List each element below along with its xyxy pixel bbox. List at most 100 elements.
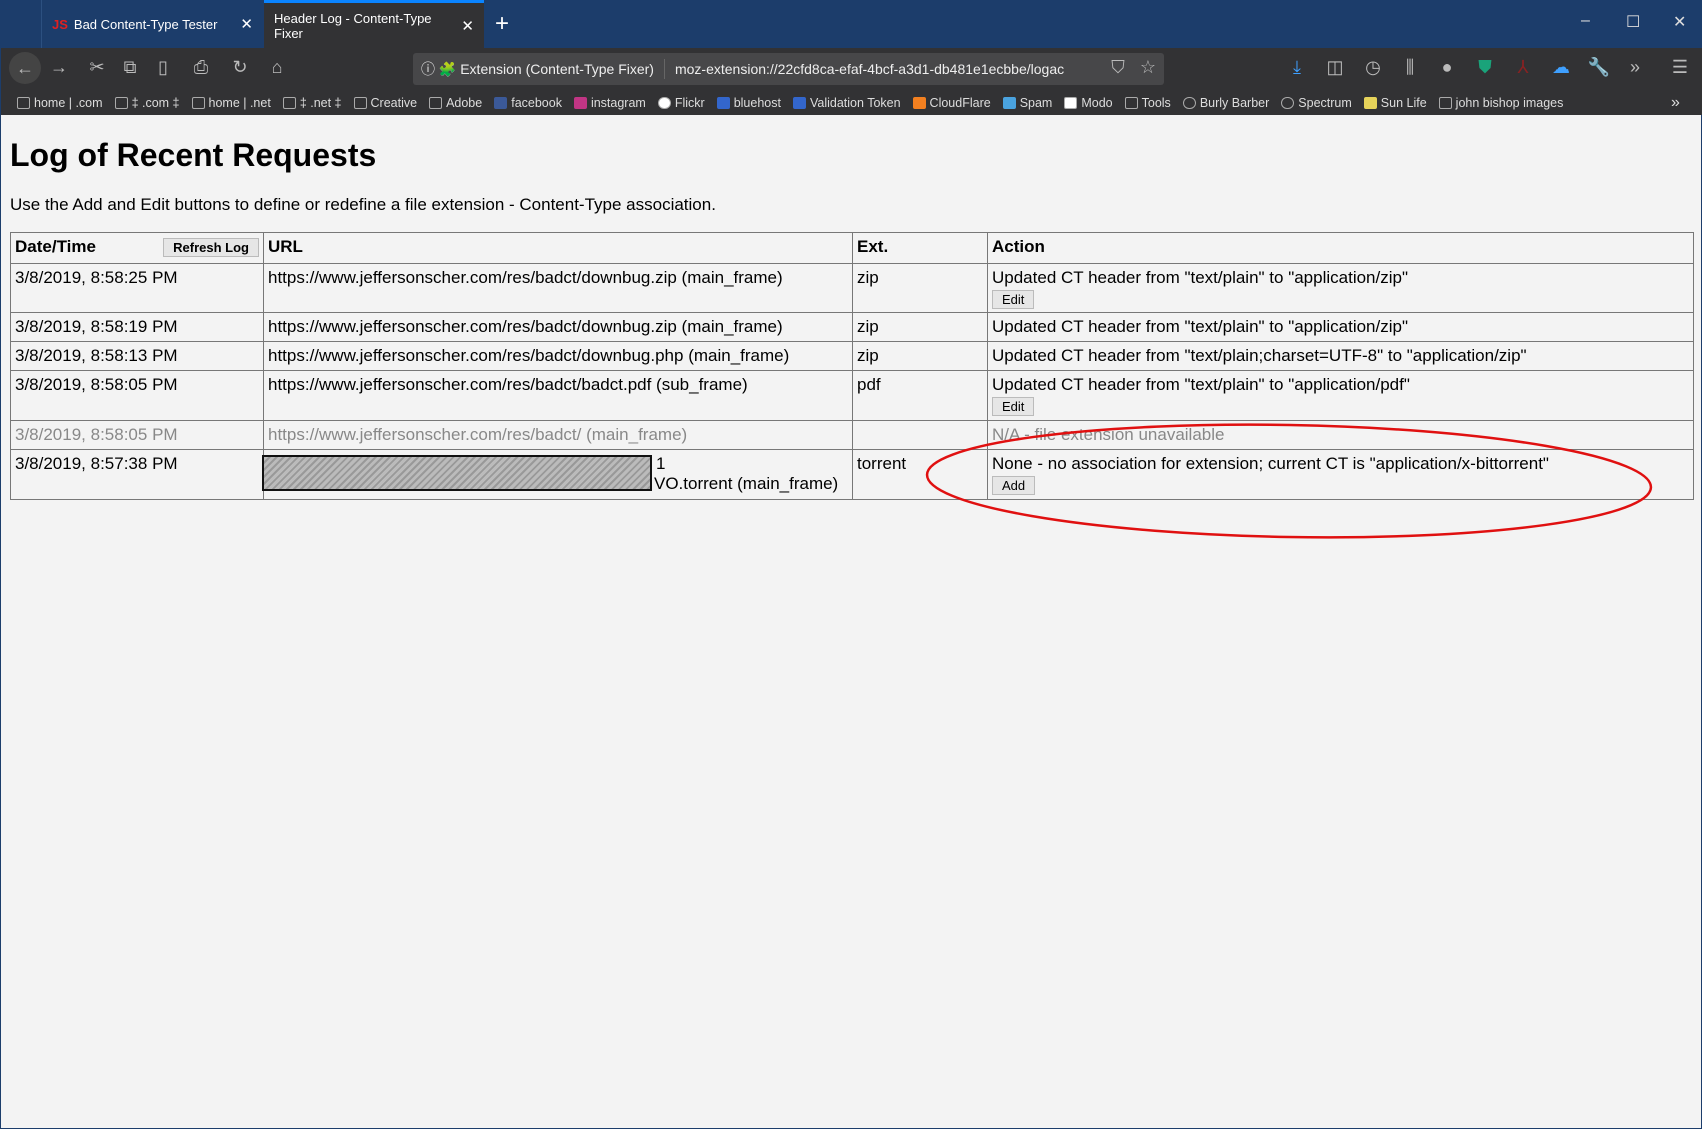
home-icon[interactable]: ⌂ [265, 57, 289, 78]
cloudflare-icon [912, 96, 926, 109]
minimize-button[interactable]: – [1581, 12, 1590, 30]
header-ext: Ext. [852, 232, 988, 264]
history-icon[interactable]: ◷ [1361, 57, 1385, 78]
site-identity[interactable]: ⓘ 🧩 Extension (Content-Type Fixer) [421, 59, 665, 79]
bookmark-burly-barber[interactable]: Burly Barber [1182, 96, 1269, 110]
library-icon[interactable]: ⫼ [1398, 57, 1422, 78]
js-icon: JS [52, 16, 68, 32]
overflow-icon[interactable]: » [1623, 57, 1647, 78]
cell-datetime: 3/8/2019, 8:58:05 PM [10, 420, 264, 450]
wrench-icon[interactable]: 🔧 [1587, 57, 1611, 78]
edit-button[interactable]: Edit [992, 290, 1035, 309]
bookmarks-overflow-icon[interactable]: » [1671, 94, 1680, 112]
facebook-icon [494, 96, 508, 109]
action-text: Updated CT header from "text/plain" to "… [992, 375, 1410, 394]
globe-icon [1182, 96, 1196, 109]
copy-icon[interactable]: ⧉ [118, 57, 142, 78]
bookmark-facebook[interactable]: facebook [494, 96, 562, 110]
edit-button[interactable]: Edit [992, 397, 1035, 416]
table-row: 3/8/2019, 8:58:13 PM https://www.jeffers… [10, 341, 1694, 371]
url-bar[interactable]: ⓘ 🧩 Extension (Content-Type Fixer) moz-e… [413, 53, 1164, 85]
back-icon[interactable]: ← [9, 52, 41, 84]
cell-ext: zip [852, 263, 988, 313]
sidebar-icon[interactable]: ◫ [1323, 57, 1347, 78]
action-text: Updated CT header from "text/plain" to "… [992, 268, 1408, 287]
folder-icon [1438, 96, 1452, 109]
site-icon [114, 96, 128, 109]
bookmark-home-com[interactable]: home | .com [17, 96, 103, 110]
cell-url: https://www.jeffersonscher.com/res/badct… [263, 263, 853, 313]
bookmark-bluehost[interactable]: bluehost [716, 96, 781, 110]
cell-ext: zip [852, 312, 988, 342]
cell-action: None - no association for extension; cur… [987, 449, 1694, 500]
cell-action: N/A - file extension unavailable [987, 420, 1694, 450]
identity-label: Extension (Content-Type Fixer) [460, 61, 654, 77]
paste-icon[interactable]: ▯ [151, 57, 175, 78]
folder-icon [353, 96, 367, 109]
shield-icon[interactable]: ⛊ [1473, 57, 1497, 78]
url-text[interactable]: moz-extension://22cfd8ca-efaf-4bcf-a3d1-… [675, 61, 1064, 77]
header-url: URL [263, 232, 853, 264]
cell-url: https://www.jeffersonscher.com/res/badct… [263, 341, 853, 371]
bookmark-home-net[interactable]: home | .net [191, 96, 271, 110]
site-icon [17, 96, 30, 109]
bookmark-lock-net[interactable]: ‡ .net ‡ [282, 96, 342, 110]
bookmark-flickr[interactable]: Flickr [657, 96, 705, 110]
site-icon [282, 96, 296, 109]
bookmark-creative[interactable]: Creative [353, 96, 417, 110]
cell-datetime: 3/8/2019, 8:58:25 PM [10, 263, 264, 313]
redaction-box [262, 455, 652, 491]
tab-header-log[interactable]: Header Log - Content-Type Fixer ✕ [264, 0, 484, 48]
cell-action: Updated CT header from "text/plain" to "… [987, 263, 1694, 313]
reload-icon[interactable]: ↻ [228, 57, 252, 78]
tab-bar: JS Bad Content-Type Tester ✕ Header Log - … [1, 0, 1702, 48]
add-button[interactable]: Add [992, 476, 1036, 495]
folder-icon [429, 96, 443, 109]
table-row: 3/8/2019, 8:58:05 PM https://www.jeffers… [10, 420, 1694, 450]
cell-ext [852, 420, 988, 450]
table-header: Date/Time Refresh Log URL Ext. Action [10, 232, 1694, 264]
bookmark-tools[interactable]: Tools [1124, 96, 1171, 110]
cut-icon[interactable]: ✂ [85, 57, 109, 78]
bookmark-lock-com[interactable]: ‡ .com ‡ [114, 96, 180, 110]
download-icon[interactable]: ⤓ [1285, 57, 1309, 78]
tab-label: Header Log - Content-Type Fixer [274, 10, 432, 41]
cell-datetime: 3/8/2019, 8:58:19 PM [10, 312, 264, 342]
cell-url: https://www.jeffersonscher.com/res/badct… [263, 370, 853, 421]
bookmark-star-icon[interactable]: ☆ [1136, 57, 1160, 78]
cell-datetime: 3/8/2019, 8:58:05 PM [10, 370, 264, 421]
bookmark-instagram[interactable]: instagram [573, 96, 646, 110]
bookmark-validation-token[interactable]: Validation Token [792, 96, 901, 110]
new-tab-button[interactable]: + [495, 10, 509, 38]
pdf-icon[interactable]: ⅄ [1511, 57, 1535, 78]
folder-icon [1124, 96, 1138, 109]
close-window-button[interactable]: ✕ [1673, 12, 1686, 32]
tab-bad-content-type-tester[interactable]: JS Bad Content-Type Tester ✕ [41, 0, 263, 48]
refresh-log-button[interactable]: Refresh Log [163, 238, 259, 257]
cloud-icon[interactable]: ☁ [1549, 57, 1573, 78]
bookmark-sun-life[interactable]: Sun Life [1363, 96, 1427, 110]
bookmark-spectrum[interactable]: Spectrum [1281, 96, 1352, 110]
bookmark-modo[interactable]: Modo [1064, 96, 1113, 110]
flickr-icon [657, 96, 671, 109]
print-icon[interactable]: ⎙ [189, 57, 213, 78]
forward-icon[interactable]: → [47, 57, 71, 78]
header-action: Action [987, 232, 1694, 264]
bookmarks-bar: home | .com ‡ .com ‡ home | .net ‡ .net … [1, 90, 1702, 115]
close-tab-icon[interactable]: ✕ [461, 17, 474, 35]
maximize-button[interactable]: ☐ [1626, 12, 1640, 32]
page-title: Log of Recent Requests [10, 137, 377, 173]
bookmark-adobe[interactable]: Adobe [429, 96, 482, 110]
site-icon [191, 96, 205, 109]
menu-icon[interactable]: ☰ [1668, 57, 1692, 78]
bookmark-spam[interactable]: Spam [1002, 96, 1052, 110]
bookmark-john-bishop-images[interactable]: john bishop images [1438, 96, 1563, 110]
table-row: 3/8/2019, 8:58:25 PM https://www.jeffers… [10, 263, 1694, 313]
cell-action: Updated CT header from "text/plain" to "… [987, 312, 1694, 342]
modo-icon [1064, 96, 1078, 109]
pocket-icon[interactable]: ⛉ [1106, 57, 1130, 78]
password-manager-icon[interactable]: ● [1435, 57, 1459, 78]
globe-icon [1281, 96, 1295, 109]
close-tab-icon[interactable]: ✕ [240, 15, 253, 33]
bookmark-cloudflare[interactable]: CloudFlare [912, 96, 991, 110]
